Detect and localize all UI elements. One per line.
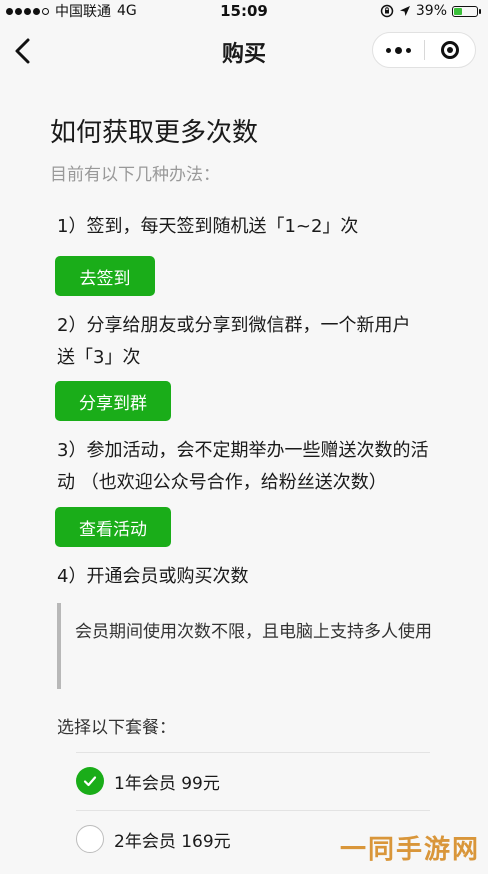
battery-percent: 39% bbox=[415, 3, 447, 19]
package-option-1yr[interactable]: 1年会员 99元 bbox=[76, 757, 430, 805]
package-label: 2年会员 169元 bbox=[114, 831, 231, 852]
status-right: 39% bbox=[380, 3, 481, 19]
package-label: 1年会员 99元 bbox=[114, 773, 220, 794]
status-bar: 中国联通 4G 15:09 39% bbox=[0, 0, 488, 22]
target-close-icon bbox=[440, 41, 459, 59]
step-3-text: 3）参加活动，会不定期举办一些赠送次数的活动 （也欢迎公众号合作，给粉丝送次数） bbox=[57, 440, 429, 493]
step-2-text: 2）分享给朋友或分享到微信群，一个新用户送「3」次 bbox=[57, 315, 411, 368]
battery-fill bbox=[454, 7, 462, 15]
watermark-logo: 一同手游网 bbox=[339, 835, 480, 865]
membership-note: 会员期间使用次数不限，且电脑上支持多人使用 bbox=[57, 603, 437, 689]
close-button[interactable] bbox=[425, 33, 476, 67]
step-4-text: 4）开通会员或购买次数 bbox=[57, 566, 249, 587]
checkin-button[interactable]: 去签到 bbox=[55, 256, 155, 296]
section-heading: 如何获取更多次数 bbox=[50, 118, 259, 148]
more-button[interactable] bbox=[373, 33, 424, 67]
lock-rotation-icon bbox=[380, 4, 394, 18]
packages-label: 选择以下套餐： bbox=[57, 718, 176, 738]
radio-unchecked-icon bbox=[76, 825, 104, 853]
step-1-text: 1）签到，每天签到随机送「1~2」次 bbox=[57, 216, 359, 237]
divider bbox=[76, 810, 430, 811]
nav-bar: 购买 bbox=[0, 22, 488, 80]
battery-icon bbox=[452, 5, 481, 17]
divider bbox=[76, 752, 430, 753]
section-subheading: 目前有以下几种办法： bbox=[50, 165, 220, 185]
view-activity-button[interactable]: 查看活动 bbox=[55, 507, 171, 547]
more-dots-icon bbox=[385, 46, 411, 54]
radio-checked-icon bbox=[76, 767, 104, 795]
location-arrow-icon bbox=[399, 6, 410, 16]
mini-program-capsule bbox=[372, 32, 476, 68]
share-to-group-button[interactable]: 分享到群 bbox=[55, 381, 171, 421]
